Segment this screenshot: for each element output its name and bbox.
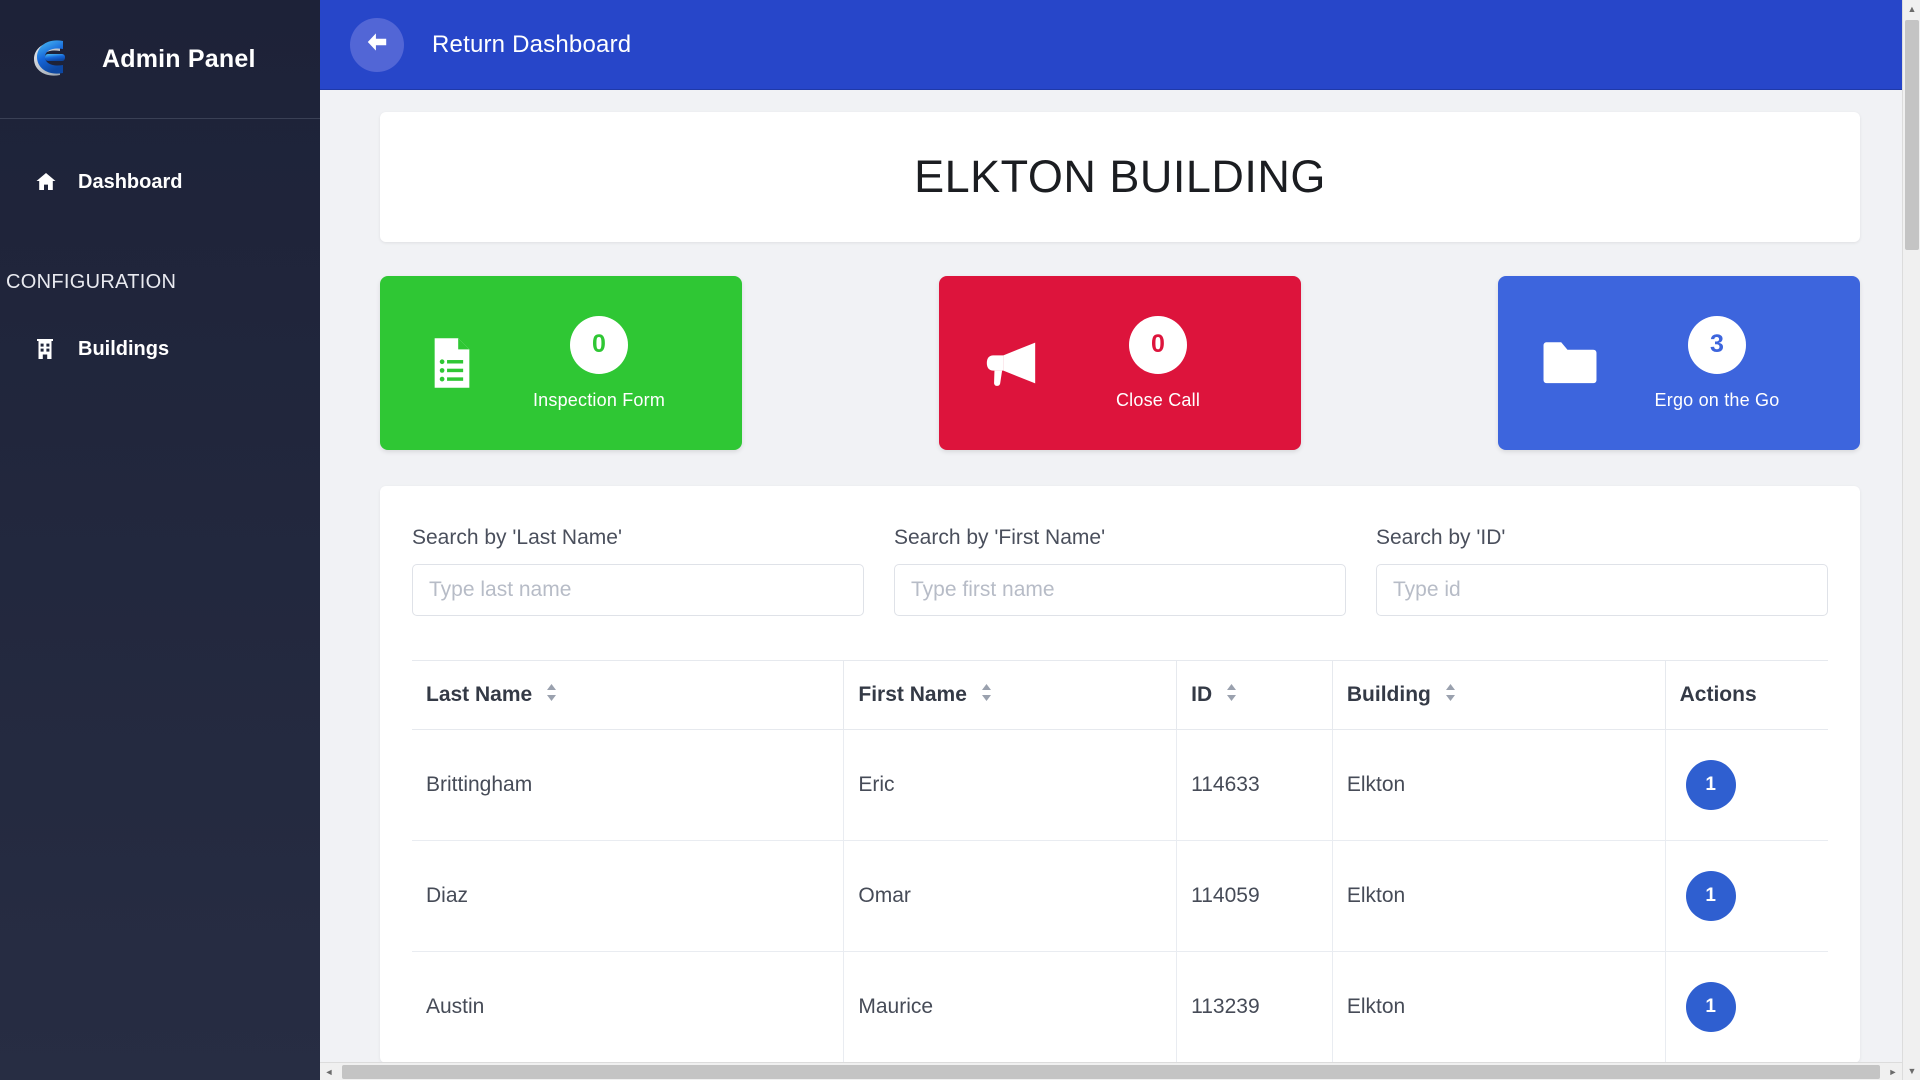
stat-card-inspection-form-body: 0 Inspection Form	[490, 315, 708, 411]
cell-last-name: Diaz	[412, 840, 845, 953]
sidebar: Admin Panel Dashboard CONFIGURATION Buil…	[0, 0, 320, 1080]
sidebar-section-configuration: CONFIGURATION	[6, 271, 177, 293]
table-header-row: Last Name First Name ID Building Actions	[412, 659, 1828, 731]
column-header-building[interactable]: Building	[1332, 659, 1666, 731]
cell-first-name: Eric	[843, 729, 1178, 842]
sidebar-nav-primary: Dashboard	[0, 119, 320, 209]
search-input-last-name[interactable]	[412, 564, 864, 616]
column-header-id-label: ID	[1191, 683, 1213, 706]
sort-icon[interactable]	[546, 683, 557, 707]
brand-title: Admin Panel	[102, 44, 256, 73]
cell-building: Elkton	[1332, 729, 1666, 842]
sidebar-item-buildings-label: Buildings	[78, 337, 170, 360]
table-body: Brittingham Eric 114633 Elkton 1 Diaz Om…	[412, 729, 1828, 1064]
sidebar-item-buildings[interactable]: Buildings	[0, 322, 320, 376]
document-list-icon	[414, 337, 490, 389]
stat-card-ergo-on-the-go[interactable]: 3 Ergo on the Go	[1498, 276, 1860, 450]
topbar-title: Return Dashboard	[432, 30, 632, 58]
column-header-building-label: Building	[1346, 683, 1431, 706]
cell-last-name: Austin	[412, 951, 845, 1064]
sidebar-item-dashboard[interactable]: Dashboard	[0, 155, 320, 209]
column-header-actions: Actions	[1665, 659, 1828, 731]
home-icon	[34, 170, 64, 194]
stat-card-inspection-form-count: 0	[570, 315, 628, 374]
cell-first-name: Maurice	[843, 951, 1178, 1064]
sort-icon[interactable]	[1226, 683, 1237, 707]
column-header-id[interactable]: ID	[1176, 659, 1333, 731]
table-row: Diaz Omar 114059 Elkton 1	[412, 840, 1828, 953]
table-row: Brittingham Eric 114633 Elkton 1	[412, 729, 1828, 842]
scroll-right-arrow-icon[interactable]: ►	[1884, 1063, 1902, 1080]
scroll-up-arrow-icon[interactable]: ▲	[1903, 0, 1920, 18]
horizontal-scrollbar-thumb[interactable]	[342, 1065, 1880, 1079]
search-and-table-panel: Search by 'Last Name' Search by 'First N…	[380, 486, 1860, 1064]
search-field-first-name: Search by 'First Name'	[894, 526, 1346, 616]
action-count-badge[interactable]: 1	[1685, 982, 1736, 1033]
sort-icon[interactable]	[981, 683, 992, 707]
cell-first-name: Omar	[843, 840, 1178, 953]
cell-actions: 1	[1665, 951, 1828, 1064]
sort-icon[interactable]	[1445, 683, 1456, 707]
megaphone-icon	[973, 340, 1049, 386]
stat-card-inspection-form[interactable]: 0 Inspection Form	[380, 276, 742, 450]
search-field-last-name: Search by 'Last Name'	[412, 526, 864, 616]
page-title: ELKTON BUILDING	[914, 151, 1326, 202]
search-label-id: Search by 'ID'	[1376, 526, 1506, 549]
sidebar-nav-configuration: Buildings	[0, 322, 320, 376]
cell-last-name: Brittingham	[412, 729, 845, 842]
action-count-badge[interactable]: 1	[1685, 871, 1736, 922]
stat-card-ergo-on-the-go-count: 3	[1688, 315, 1746, 374]
vertical-scrollbar-thumb[interactable]	[1905, 20, 1919, 250]
stat-card-close-call-body: 0 Close Call	[1049, 315, 1267, 411]
cell-building: Elkton	[1332, 951, 1666, 1064]
search-label-first-name: Search by 'First Name'	[894, 526, 1106, 549]
column-header-first-name[interactable]: First Name	[843, 659, 1178, 731]
search-label-last-name: Search by 'Last Name'	[412, 526, 622, 549]
main-area: Return Dashboard ELKTON BUILDING 0 Inspe…	[320, 0, 1920, 1080]
folder-icon	[1532, 340, 1608, 386]
stat-card-close-call-label: Close Call	[1115, 389, 1201, 410]
page-title-card: ELKTON BUILDING	[380, 112, 1860, 242]
cell-id: 114633	[1176, 729, 1333, 842]
stat-card-inspection-form-label: Inspection Form	[532, 389, 666, 410]
app-root: Admin Panel Dashboard CONFIGURATION Buil…	[0, 0, 1920, 1080]
sidebar-item-dashboard-label: Dashboard	[78, 170, 183, 193]
page-content: ELKTON BUILDING 0 Inspection Form 0 Clos…	[320, 90, 1920, 1080]
employees-table: Last Name First Name ID Building Actions…	[412, 659, 1828, 1064]
vertical-scrollbar[interactable]: ▲ ▼	[1902, 0, 1920, 1080]
stat-card-close-call[interactable]: 0 Close Call	[939, 276, 1301, 450]
horizontal-scrollbar[interactable]: ◄ ►	[320, 1062, 1902, 1080]
table-row: Austin Maurice 113239 Elkton 1	[412, 951, 1828, 1064]
stat-card-ergo-on-the-go-label: Ergo on the Go	[1654, 389, 1780, 410]
scroll-down-arrow-icon[interactable]: ▼	[1903, 1062, 1920, 1080]
e-logo-icon	[26, 33, 78, 85]
return-dashboard-button[interactable]	[350, 17, 404, 72]
action-count-badge[interactable]: 1	[1685, 760, 1736, 811]
cell-id: 114059	[1176, 840, 1333, 953]
stat-card-ergo-on-the-go-body: 3 Ergo on the Go	[1608, 315, 1826, 411]
column-header-last-name[interactable]: Last Name	[412, 659, 845, 731]
building-icon	[34, 337, 64, 361]
scroll-left-arrow-icon[interactable]: ◄	[320, 1063, 338, 1080]
stat-cards: 0 Inspection Form 0 Close Call 3 Ergo on…	[380, 276, 1860, 450]
topbar: Return Dashboard	[320, 0, 1920, 90]
brand-header: Admin Panel	[0, 0, 320, 119]
column-header-first-name-label: First Name	[858, 683, 967, 706]
cell-building: Elkton	[1332, 840, 1666, 953]
arrow-left-icon	[364, 29, 390, 60]
cell-actions: 1	[1665, 840, 1828, 953]
cell-id: 113239	[1176, 951, 1333, 1064]
search-input-first-name[interactable]	[894, 564, 1346, 616]
stat-card-close-call-count: 0	[1129, 315, 1187, 374]
column-header-actions-label: Actions	[1679, 683, 1757, 707]
table-head: Last Name First Name ID Building Actions	[412, 659, 1828, 731]
column-header-last-name-label: Last Name	[426, 683, 533, 706]
search-row: Search by 'Last Name' Search by 'First N…	[412, 526, 1828, 616]
cell-actions: 1	[1665, 729, 1828, 842]
search-input-id[interactable]	[1376, 564, 1828, 616]
search-field-id: Search by 'ID'	[1376, 526, 1828, 616]
